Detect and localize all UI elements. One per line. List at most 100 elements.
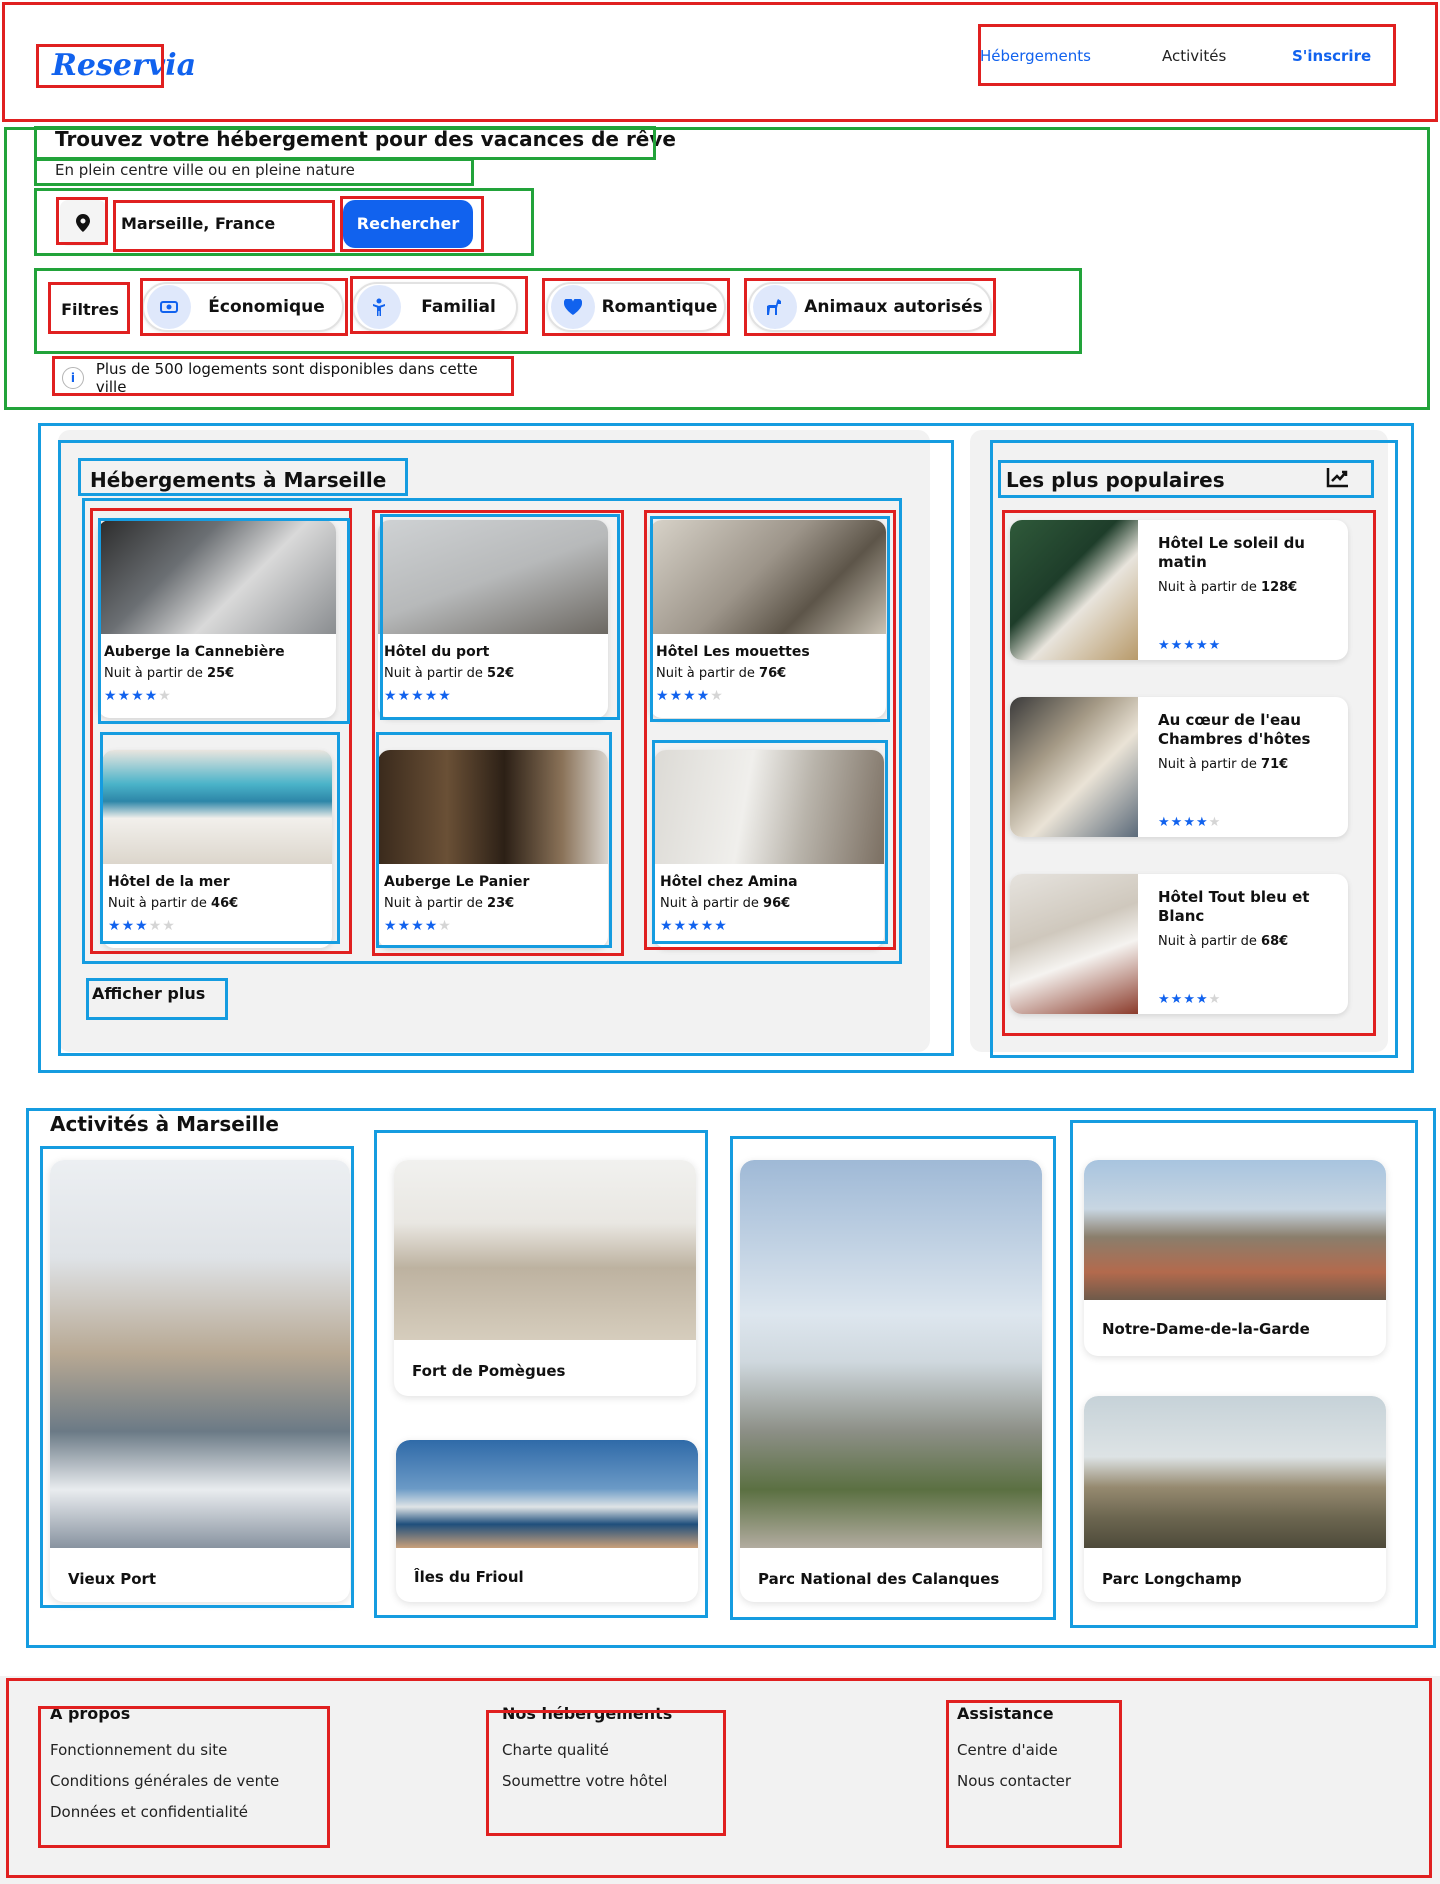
hotel-photo bbox=[102, 750, 332, 864]
star-icon: ★ bbox=[660, 918, 674, 934]
star-icon: ★ bbox=[1183, 992, 1196, 1007]
star-icon: ★ bbox=[1170, 638, 1184, 653]
main-nav: Hébergements Activités S'inscrire bbox=[980, 25, 1396, 85]
footer-link[interactable]: Centre d'aide bbox=[957, 1741, 1071, 1759]
hotel-name: Hôtel Le soleil du matin bbox=[1158, 534, 1305, 571]
star-icon: ★ bbox=[148, 918, 163, 934]
filter-romantique[interactable]: Romantique bbox=[546, 282, 726, 332]
accommodation-card[interactable]: Hôtel du port Nuit à partir de 52€ ★★★★★ bbox=[378, 520, 608, 718]
activity-name: Fort de Pomègues bbox=[412, 1362, 566, 1380]
star-icon: ★ bbox=[121, 918, 136, 934]
reservia-logo[interactable]: Reservia bbox=[52, 48, 196, 83]
hotel-price: Nuit à partir de 96€ bbox=[660, 896, 791, 911]
trending-up-icon bbox=[1326, 466, 1350, 492]
popular-card[interactable]: Au cœur de l'eau Chambres d'hôtes Nuit à… bbox=[1010, 697, 1348, 837]
activity-card[interactable]: Îles du Frioul bbox=[396, 1440, 698, 1602]
show-more-button[interactable]: Afficher plus bbox=[92, 984, 205, 1003]
footer-link[interactable]: Conditions générales de vente bbox=[50, 1772, 279, 1790]
search-button[interactable]: Rechercher bbox=[343, 200, 473, 248]
star-icon: ★ bbox=[700, 918, 715, 934]
filter-animaux[interactable]: Animaux autorisés bbox=[748, 282, 992, 332]
hotel-price: Nuit à partir de 46€ bbox=[108, 896, 239, 911]
rating-stars: ★★★★★ bbox=[108, 918, 176, 934]
hotel-price: Nuit à partir de 23€ bbox=[384, 896, 515, 911]
rating-stars: ★★★★★ bbox=[384, 688, 452, 704]
nav-sinscrire[interactable]: S'inscrire bbox=[1292, 47, 1371, 65]
footer-link[interactable]: Charte qualité bbox=[502, 1741, 672, 1759]
filters-label: Filtres bbox=[61, 300, 119, 319]
hotel-price: Nuit à partir de 128€ bbox=[1158, 580, 1298, 595]
rating-stars: ★★★★★ bbox=[1158, 815, 1221, 830]
star-icon: ★ bbox=[1158, 815, 1171, 830]
accommodation-card[interactable]: Auberge la Cannebière Nuit à partir de 2… bbox=[98, 520, 336, 718]
accommodation-card[interactable]: Auberge Le Panier Nuit à partir de 23€ ★… bbox=[378, 750, 608, 948]
star-icon: ★ bbox=[158, 688, 172, 704]
accommodation-card[interactable]: Hôtel Les mouettes Nuit à partir de 76€ … bbox=[650, 520, 886, 718]
accommodation-card[interactable]: Hôtel chez Amina Nuit à partir de 96€ ★★… bbox=[654, 750, 884, 948]
activity-name: Vieux Port bbox=[68, 1570, 157, 1588]
nav-hebergements[interactable]: Hébergements bbox=[980, 47, 1091, 65]
star-icon: ★ bbox=[397, 688, 412, 704]
footer-heading: Assistance bbox=[957, 1704, 1054, 1723]
star-icon: ★ bbox=[714, 918, 728, 934]
filter-economique[interactable]: Économique bbox=[142, 282, 344, 332]
accommodations-title: Hébergements à Marseille bbox=[90, 468, 387, 492]
activity-card[interactable]: Parc Longchamp bbox=[1084, 1396, 1386, 1602]
star-icon: ★ bbox=[1195, 992, 1209, 1007]
footer-link[interactable]: Nous contacter bbox=[957, 1772, 1071, 1790]
hotel-name: Hôtel du port bbox=[384, 644, 490, 660]
star-icon: ★ bbox=[656, 688, 670, 704]
star-icon: ★ bbox=[1170, 815, 1184, 830]
star-icon: ★ bbox=[1195, 638, 1209, 653]
star-icon: ★ bbox=[438, 918, 452, 934]
star-icon: ★ bbox=[108, 918, 122, 934]
availability-info: i Plus de 500 logements sont disponibles… bbox=[56, 360, 510, 396]
star-icon: ★ bbox=[696, 688, 711, 704]
activity-card[interactable]: Fort de Pomègues bbox=[394, 1160, 696, 1396]
dog-icon bbox=[753, 285, 797, 329]
activity-photo bbox=[50, 1160, 350, 1548]
star-icon: ★ bbox=[135, 918, 149, 934]
footer-link[interactable]: Données et confidentialité bbox=[50, 1803, 279, 1821]
site-header: Reservia Hébergements Activités S'inscri… bbox=[0, 0, 1440, 124]
filter-familial[interactable]: Familial bbox=[352, 282, 518, 332]
hotel-price: Nuit à partir de 52€ bbox=[384, 666, 515, 681]
hotel-photo bbox=[650, 520, 886, 634]
search-title: Trouvez votre hébergement pour des vacan… bbox=[55, 127, 676, 151]
activities-title: Activités à Marseille bbox=[50, 1112, 279, 1136]
popular-card[interactable]: Hôtel Tout bleu et Blanc Nuit à partir d… bbox=[1010, 874, 1348, 1014]
accommodation-card[interactable]: Hôtel de la mer Nuit à partir de 46€ ★★★… bbox=[102, 750, 332, 948]
star-icon: ★ bbox=[411, 918, 425, 934]
hotel-name: Auberge la Cannebière bbox=[104, 644, 285, 660]
footer-column-assistance: Assistance Centre d'aide Nous contacter bbox=[957, 1704, 1071, 1803]
star-icon: ★ bbox=[411, 688, 425, 704]
activity-card[interactable]: Vieux Port bbox=[50, 1160, 350, 1602]
activity-name: Notre-Dame-de-la-Garde bbox=[1102, 1320, 1310, 1338]
nav-activites[interactable]: Activités bbox=[1162, 47, 1226, 65]
hotel-price: Nuit à partir de 76€ bbox=[656, 666, 787, 681]
hotel-photo bbox=[654, 750, 884, 864]
hotel-price: Nuit à partir de 68€ bbox=[1158, 934, 1289, 949]
hotel-name: Hôtel Tout bleu et Blanc bbox=[1158, 888, 1310, 925]
activity-card[interactable]: Notre-Dame-de-la-Garde bbox=[1084, 1160, 1386, 1356]
location-input[interactable]: Marseille, France bbox=[113, 202, 333, 250]
star-icon: ★ bbox=[162, 918, 176, 934]
footer-heading: Nos hébergements bbox=[502, 1704, 673, 1723]
rating-stars: ★★★★★ bbox=[1158, 638, 1221, 653]
hotel-photo bbox=[378, 750, 608, 864]
activity-card[interactable]: Parc National des Calanques bbox=[740, 1160, 1042, 1602]
activity-name: Îles du Frioul bbox=[414, 1568, 524, 1586]
hotel-price: Nuit à partir de 71€ bbox=[1158, 757, 1289, 772]
star-icon: ★ bbox=[687, 918, 701, 934]
money-icon bbox=[147, 285, 191, 329]
child-icon bbox=[357, 285, 401, 329]
footer-link[interactable]: Soumettre votre hôtel bbox=[502, 1772, 672, 1790]
hotel-price: Nuit à partir de 25€ bbox=[104, 666, 235, 681]
footer-link[interactable]: Fonctionnement du site bbox=[50, 1741, 279, 1759]
popular-title: Les plus populaires bbox=[1006, 468, 1225, 492]
footer-heading: A propos bbox=[50, 1704, 131, 1723]
popular-card[interactable]: Hôtel Le soleil du matin Nuit à partir d… bbox=[1010, 520, 1348, 660]
star-icon: ★ bbox=[1158, 638, 1171, 653]
location-pin-icon bbox=[60, 200, 106, 246]
star-icon: ★ bbox=[683, 688, 697, 704]
